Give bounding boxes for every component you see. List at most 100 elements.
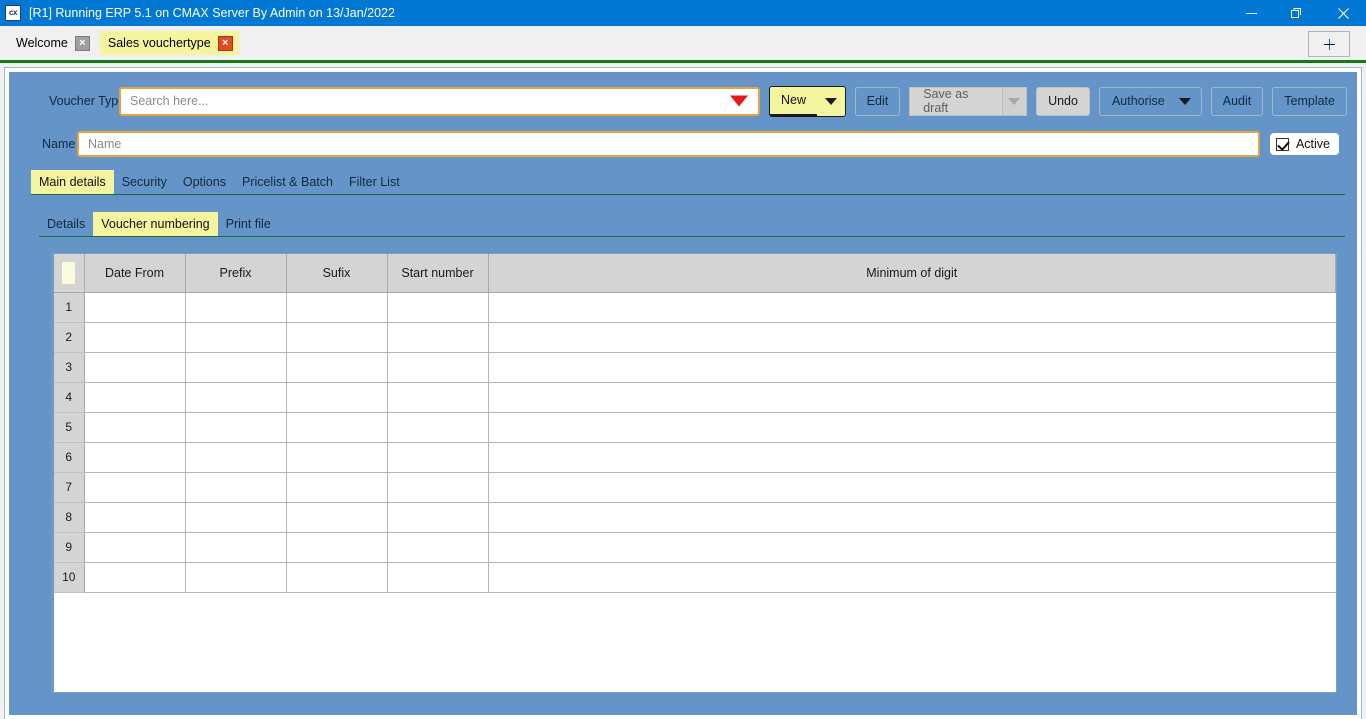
minimize-button[interactable] <box>1228 0 1274 26</box>
grid-cell-minimum-of-digit[interactable] <box>488 562 1336 593</box>
grid-cell-sufix[interactable] <box>286 382 388 413</box>
grid-select-all-header[interactable] <box>54 254 85 293</box>
grid-cell-minimum-of-digit[interactable] <box>488 322 1336 353</box>
row-number[interactable]: 2 <box>54 322 85 353</box>
column-header-minimum-of-digit[interactable]: Minimum of digit <box>488 254 1336 293</box>
voucher-type-search-input[interactable]: Search here... <box>119 86 761 116</box>
column-header-sufix[interactable]: Sufix <box>286 254 388 293</box>
dropdown-arrow-icon[interactable] <box>730 95 749 107</box>
grid-cell-date-from[interactable] <box>84 532 186 563</box>
document-tab-welcome[interactable]: Welcome × <box>8 31 96 55</box>
save-as-draft-dropdown-button[interactable] <box>1001 86 1028 116</box>
grid-cell-start-number[interactable] <box>387 322 489 353</box>
tab-filter-list[interactable]: Filter List <box>341 170 408 194</box>
row-number[interactable]: 5 <box>54 412 85 443</box>
maximize-button[interactable] <box>1274 0 1320 26</box>
active-checkbox[interactable]: Active <box>1269 133 1339 155</box>
grid-row[interactable]: 9 <box>54 532 1336 563</box>
edit-button[interactable]: Edit <box>854 86 901 116</box>
document-tab-sales-vouchertype[interactable]: Sales vouchertype × <box>99 31 239 55</box>
grid-cell-prefix[interactable] <box>185 412 287 443</box>
grid-row[interactable]: 1 <box>54 292 1336 323</box>
grid-cell-start-number[interactable] <box>387 502 489 533</box>
name-input[interactable]: Name <box>77 131 1260 157</box>
column-header-date-from[interactable]: Date From <box>84 254 186 293</box>
grid-row[interactable]: 2 <box>54 322 1336 353</box>
new-split-button[interactable]: New <box>769 85 846 117</box>
grid-cell-start-number[interactable] <box>387 292 489 323</box>
grid-cell-date-from[interactable] <box>84 562 186 593</box>
grid-cell-sufix[interactable] <box>286 442 388 473</box>
row-number[interactable]: 10 <box>54 562 85 593</box>
row-number[interactable]: 6 <box>54 442 85 473</box>
grid-cell-date-from[interactable] <box>84 442 186 473</box>
row-number[interactable]: 4 <box>54 382 85 413</box>
new-button[interactable]: New <box>770 86 817 116</box>
tab-security[interactable]: Security <box>114 170 175 194</box>
grid-cell-sufix[interactable] <box>286 502 388 533</box>
row-number[interactable]: 9 <box>54 532 85 563</box>
row-number[interactable]: 7 <box>54 472 85 503</box>
grid-cell-minimum-of-digit[interactable] <box>488 442 1336 473</box>
grid-cell-start-number[interactable] <box>387 562 489 593</box>
grid-cell-prefix[interactable] <box>185 502 287 533</box>
close-icon[interactable]: × <box>74 35 90 51</box>
audit-button[interactable]: Audit <box>1210 86 1264 116</box>
grid-cell-minimum-of-digit[interactable] <box>488 532 1336 563</box>
grid-row[interactable]: 7 <box>54 472 1336 503</box>
grid-cell-prefix[interactable] <box>185 322 287 353</box>
grid-cell-minimum-of-digit[interactable] <box>488 412 1336 443</box>
grid-cell-date-from[interactable] <box>84 502 186 533</box>
grid-cell-date-from[interactable] <box>84 412 186 443</box>
grid-row[interactable]: 3 <box>54 352 1336 383</box>
close-icon[interactable]: × <box>217 35 233 51</box>
grid-cell-sufix[interactable] <box>286 472 388 503</box>
grid-cell-prefix[interactable] <box>185 352 287 383</box>
add-tab-button[interactable] <box>1308 31 1350 57</box>
subtab-voucher-numbering[interactable]: Voucher numbering <box>93 212 218 236</box>
close-button[interactable] <box>1320 0 1366 26</box>
row-number[interactable]: 8 <box>54 502 85 533</box>
grid-row[interactable]: 6 <box>54 442 1336 473</box>
grid-cell-sufix[interactable] <box>286 322 388 353</box>
grid-row[interactable]: 10 <box>54 562 1336 593</box>
grid-cell-sufix[interactable] <box>286 532 388 563</box>
grid-cell-prefix[interactable] <box>185 532 287 563</box>
grid-cell-start-number[interactable] <box>387 472 489 503</box>
grid-cell-prefix[interactable] <box>185 382 287 413</box>
grid-cell-start-number[interactable] <box>387 352 489 383</box>
grid-cell-minimum-of-digit[interactable] <box>488 502 1336 533</box>
row-number[interactable]: 3 <box>54 352 85 383</box>
grid-cell-start-number[interactable] <box>387 532 489 563</box>
grid-cell-date-from[interactable] <box>84 472 186 503</box>
grid-cell-sufix[interactable] <box>286 562 388 593</box>
grid-row[interactable]: 5 <box>54 412 1336 443</box>
save-as-draft-split-button[interactable]: Save as draft <box>909 86 1028 116</box>
grid-cell-minimum-of-digit[interactable] <box>488 382 1336 413</box>
grid-cell-sufix[interactable] <box>286 412 388 443</box>
grid-cell-minimum-of-digit[interactable] <box>488 292 1336 323</box>
tab-main-details[interactable]: Main details <box>31 170 114 194</box>
voucher-numbering-grid[interactable]: Date From Prefix Sufix Start number Mini… <box>51 253 1337 693</box>
grid-cell-prefix[interactable] <box>185 562 287 593</box>
undo-button[interactable]: Undo <box>1036 86 1090 116</box>
subtab-print-file[interactable]: Print file <box>218 212 279 236</box>
subtab-details[interactable]: Details <box>39 212 93 236</box>
column-header-prefix[interactable]: Prefix <box>185 254 287 293</box>
grid-cell-start-number[interactable] <box>387 382 489 413</box>
template-button[interactable]: Template <box>1272 86 1347 116</box>
grid-cell-sufix[interactable] <box>286 292 388 323</box>
tab-options[interactable]: Options <box>175 170 234 194</box>
grid-cell-prefix[interactable] <box>185 292 287 323</box>
authorise-button[interactable]: Authorise <box>1098 86 1202 116</box>
grid-row[interactable]: 8 <box>54 502 1336 533</box>
grid-cell-prefix[interactable] <box>185 472 287 503</box>
grid-cell-date-from[interactable] <box>84 352 186 383</box>
grid-row[interactable]: 4 <box>54 382 1336 413</box>
grid-cell-minimum-of-digit[interactable] <box>488 352 1336 383</box>
new-dropdown-button[interactable] <box>816 86 845 116</box>
tab-pricelist-and-batch[interactable]: Pricelist & Batch <box>234 170 341 194</box>
grid-cell-start-number[interactable] <box>387 442 489 473</box>
row-number[interactable]: 1 <box>54 292 85 323</box>
save-as-draft-button[interactable]: Save as draft <box>909 86 1002 116</box>
